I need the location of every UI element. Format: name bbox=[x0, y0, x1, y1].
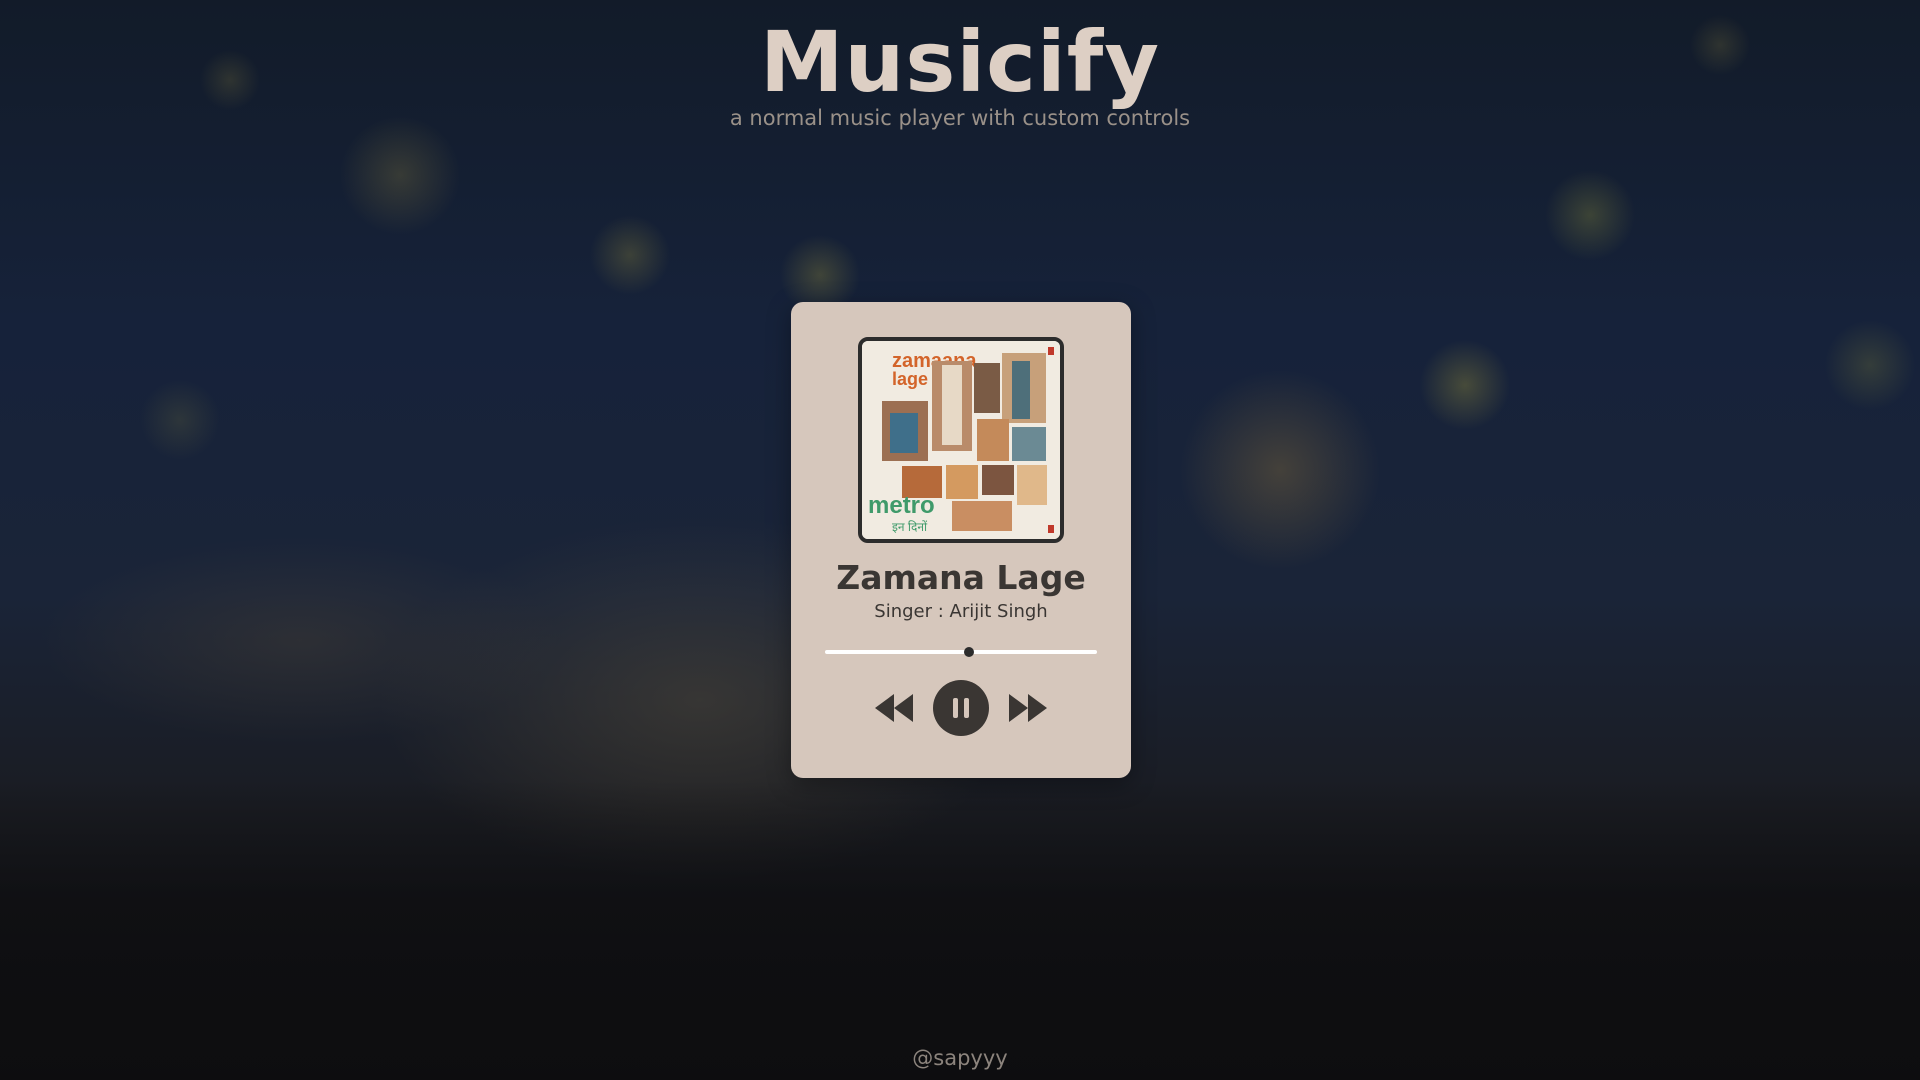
app-subtitle: a normal music player with custom contro… bbox=[729, 106, 1191, 130]
cover-title-line2: lage bbox=[892, 369, 928, 389]
page-header: Musicify a normal music player with cust… bbox=[0, 12, 1920, 130]
progress-track[interactable] bbox=[825, 650, 1097, 654]
progress-thumb[interactable] bbox=[964, 647, 975, 657]
cover-film-subtitle: इन दिनों bbox=[892, 520, 928, 534]
cover-film-title: metro bbox=[868, 492, 935, 519]
playback-controls bbox=[791, 680, 1131, 736]
pause-icon bbox=[953, 698, 969, 718]
album-cover: zamaana lage metro इन दिनों bbox=[858, 337, 1064, 543]
song-artist: Singer : Arijit Singh bbox=[874, 601, 1048, 622]
next-track-button[interactable] bbox=[1008, 680, 1048, 736]
progress-slider[interactable] bbox=[825, 642, 1097, 662]
play-pause-button[interactable] bbox=[933, 680, 989, 736]
app-title: Musicify bbox=[759, 13, 1161, 111]
previous-track-button[interactable] bbox=[874, 680, 914, 736]
footer-credit: @sapyyy bbox=[912, 1046, 1008, 1070]
song-title: Zamana Lage bbox=[836, 558, 1086, 597]
album-cover-art: zamaana lage metro इन दिनों bbox=[862, 341, 1060, 539]
fast-forward-icon bbox=[1009, 694, 1047, 722]
music-player-card: zamaana lage metro इन दिनों Zamana Lage … bbox=[791, 302, 1131, 778]
background-cityscape bbox=[0, 780, 1920, 1080]
rewind-icon bbox=[875, 694, 913, 722]
